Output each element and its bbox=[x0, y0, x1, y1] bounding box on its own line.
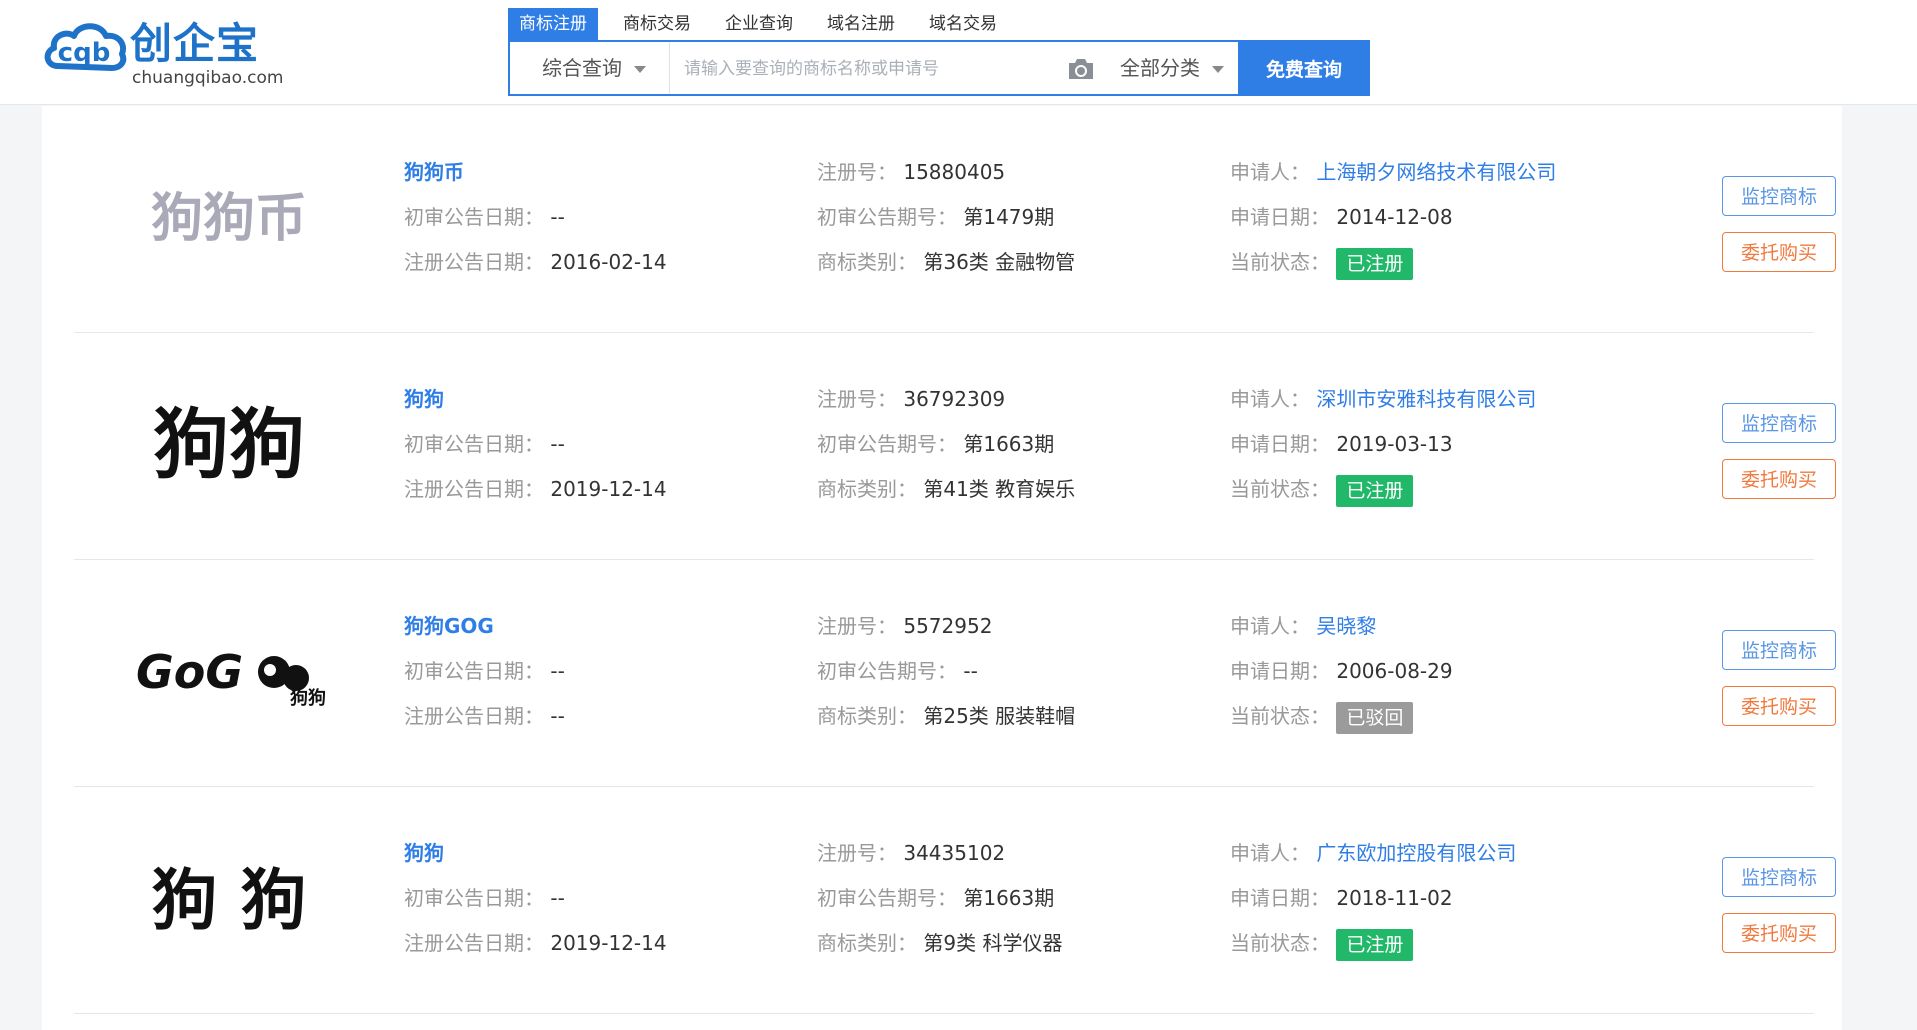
tab-domain-trade[interactable]: 域名交易 bbox=[918, 8, 1008, 40]
search-area: 商标注册 商标交易 企业查询 域名注册 域名交易 综合查询 全部分类 免费查询 bbox=[508, 8, 1370, 96]
monitor-trademark-button[interactable]: 监控商标 bbox=[1722, 630, 1836, 670]
status-badge: 已注册 bbox=[1336, 928, 1414, 961]
monitor-trademark-button[interactable]: 监控商标 bbox=[1722, 176, 1836, 216]
site-logo[interactable]: cqb 创企宝 chuangqibao.com bbox=[42, 16, 292, 88]
entrust-buy-button[interactable]: 委托购买 bbox=[1722, 913, 1836, 953]
entrust-buy-button[interactable]: 委托购买 bbox=[1722, 232, 1836, 272]
applicant-link[interactable]: 吴晓黎 bbox=[1316, 614, 1376, 638]
chevron-down-icon bbox=[634, 66, 646, 73]
search-type-label: 综合查询 bbox=[542, 56, 622, 80]
result-row: 狗狗 狗狗 初审公告日期： -- 注册公告日期： 2019-12-14 注册号：… bbox=[74, 333, 1836, 560]
status-badge: 已注册 bbox=[1336, 474, 1414, 507]
tab-trademark-register[interactable]: 商标注册 bbox=[508, 8, 598, 40]
svg-text:狗狗: 狗狗 bbox=[290, 687, 326, 709]
logo-domain: chuangqibao.com bbox=[132, 68, 284, 88]
result-row: 狗狗币 狗狗币 初审公告日期： -- 注册公告日期： 2016-02-14 注册… bbox=[74, 106, 1836, 333]
trademark-name-link[interactable]: 狗狗 bbox=[404, 841, 444, 865]
entrust-buy-button[interactable]: 委托购买 bbox=[1722, 459, 1836, 499]
monitor-trademark-button[interactable]: 监控商标 bbox=[1722, 857, 1836, 897]
svg-text:狗 狗: 狗 狗 bbox=[152, 862, 307, 939]
cloud-logo-icon: cqb bbox=[44, 23, 127, 71]
entrust-buy-button[interactable]: 委托购买 bbox=[1722, 686, 1836, 726]
applicant-link[interactable]: 深圳市安雅科技有限公司 bbox=[1316, 387, 1536, 411]
trademark-name-link[interactable]: 狗狗 bbox=[404, 387, 444, 411]
tab-trademark-trade[interactable]: 商标交易 bbox=[612, 8, 702, 40]
applicant-link[interactable]: 上海朝夕网络技术有限公司 bbox=[1316, 160, 1556, 184]
svg-text:狗狗币: 狗狗币 bbox=[151, 189, 307, 249]
chevron-down-icon bbox=[1212, 66, 1224, 73]
status-badge: 已驳回 bbox=[1336, 701, 1414, 734]
free-search-button[interactable]: 免费查询 bbox=[1238, 40, 1370, 96]
tab-domain-register[interactable]: 域名注册 bbox=[816, 8, 906, 40]
trademark-image[interactable]: 狗 狗 bbox=[124, 837, 334, 957]
trademark-name-link[interactable]: 狗狗GOG bbox=[404, 614, 494, 638]
tab-company-query[interactable]: 企业查询 bbox=[714, 8, 804, 40]
result-row: GoG 狗狗 狗狗GOG 初审公告日期： -- 注册公告日期： -- 注册号： … bbox=[74, 560, 1836, 787]
search-type-select[interactable]: 综合查询 bbox=[510, 42, 670, 94]
site-header: cqb 创企宝 chuangqibao.com 商标注册 商标交易 企业查询 域… bbox=[0, 0, 1917, 105]
trademark-image[interactable]: 狗狗币 bbox=[124, 156, 334, 276]
trademark-image[interactable]: 狗狗 bbox=[124, 383, 334, 503]
search-input[interactable] bbox=[682, 50, 1046, 88]
trademark-image[interactable]: GoG 狗狗 bbox=[124, 610, 334, 730]
svg-text:GoG: GoG bbox=[136, 645, 243, 699]
result-row: 狗 狗 狗狗 初审公告日期： -- 注册公告日期： 2019-12-14 注册号… bbox=[74, 787, 1836, 1014]
search-bar: 综合查询 全部分类 免费查询 bbox=[508, 40, 1370, 96]
monitor-trademark-button[interactable]: 监控商标 bbox=[1722, 403, 1836, 443]
applicant-link[interactable]: 广东欧加控股有限公司 bbox=[1316, 841, 1516, 865]
status-badge: 已注册 bbox=[1336, 247, 1414, 280]
category-label: 全部分类 bbox=[1120, 56, 1200, 80]
camera-icon[interactable] bbox=[1066, 57, 1096, 81]
results-panel: 狗狗币 狗狗币 初审公告日期： -- 注册公告日期： 2016-02-14 注册… bbox=[42, 106, 1842, 1030]
svg-text:狗狗: 狗狗 bbox=[153, 400, 305, 489]
search-tabs: 商标注册 商标交易 企业查询 域名注册 域名交易 bbox=[508, 8, 1370, 40]
category-select[interactable]: 全部分类 bbox=[1120, 42, 1224, 94]
svg-text:cqb: cqb bbox=[58, 38, 111, 68]
trademark-name-link[interactable]: 狗狗币 bbox=[404, 160, 464, 184]
logo-title: 创企宝 bbox=[130, 19, 260, 68]
